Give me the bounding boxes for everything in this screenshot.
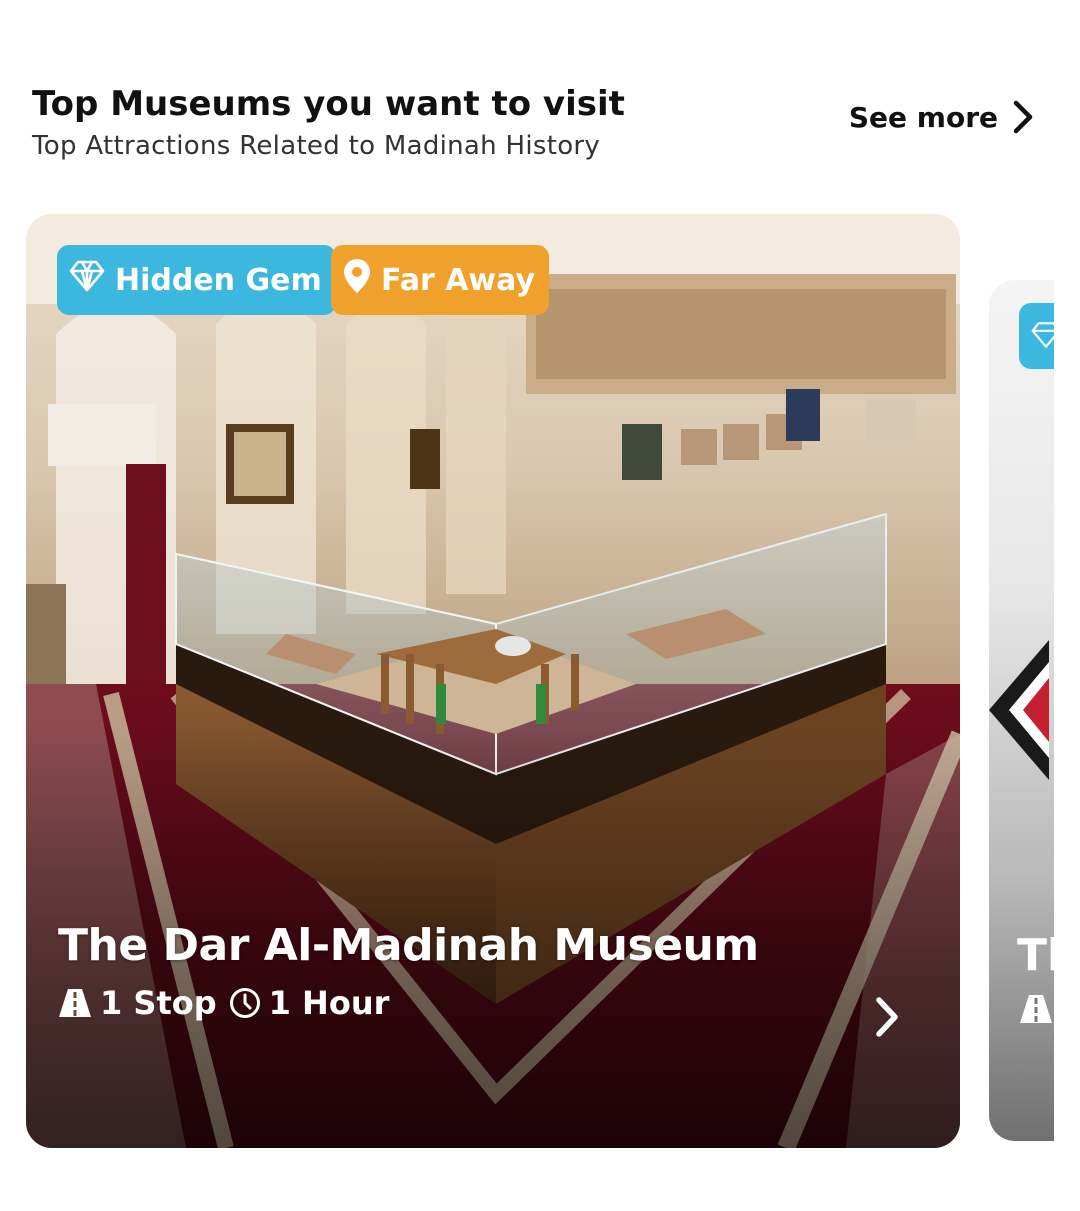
chevron-right-icon: [1012, 100, 1034, 134]
location-pin-icon: [343, 258, 371, 302]
hidden-gem-badge: Hidden Gem: [57, 245, 336, 315]
chevron-right-icon: [872, 997, 902, 1044]
clock-icon: [229, 987, 261, 1019]
see-more-link[interactable]: See more: [849, 100, 1034, 134]
duration-label: 1 Hour: [268, 984, 390, 1022]
far-away-label: Far Away: [381, 262, 536, 298]
duration-info: 1 Hour: [229, 984, 390, 1022]
museum-card-partial[interactable]: Th: [989, 280, 1054, 1141]
road-icon: [58, 988, 92, 1018]
hidden-gem-label: Hidden Gem: [115, 262, 322, 298]
card-title: Th: [1017, 930, 1054, 981]
card-title: The Dar Al-Madinah Museum: [58, 920, 759, 971]
card-meta: 1 Stop 1 Hour: [58, 984, 389, 1022]
logo-shape: [989, 640, 1049, 780]
road-icon: [1019, 994, 1053, 1028]
section-header: Top Museums you want to visit Top Attrac…: [32, 82, 812, 164]
see-more-label: See more: [848, 100, 998, 134]
stops-label: 1 Stop: [100, 984, 217, 1022]
section-title: Top Museums you want to visit: [32, 84, 625, 124]
far-away-badge: Far Away: [331, 245, 550, 315]
museum-card[interactable]: Hidden Gem Far Away The Dar Al-Madinah M…: [26, 214, 960, 1148]
stops-info: 1 Stop: [58, 984, 217, 1022]
hidden-gem-badge: [1019, 303, 1054, 369]
card-next-button[interactable]: [872, 994, 902, 1044]
section-subtitle: Top Attractions Related to Madinah Histo…: [32, 131, 601, 161]
diamond-icon: [69, 260, 105, 300]
